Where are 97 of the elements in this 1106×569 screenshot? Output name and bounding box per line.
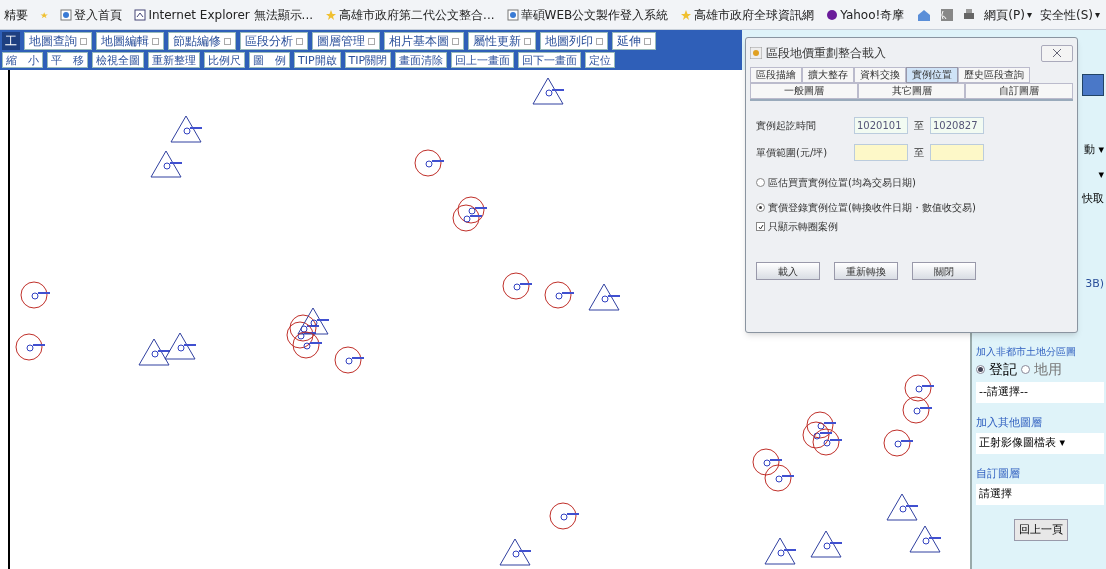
dropdown-icon [524,37,531,45]
toolbar-button[interactable]: 檢視全圖 [92,52,144,68]
toolbar-button[interactable]: 比例尺 [204,52,245,68]
circle-icon [826,8,839,21]
range-separator: 至 [914,146,924,160]
tab[interactable]: 擴大整存 [802,67,854,83]
favorite-link[interactable]: Yahoo!奇摩 [840,5,905,24]
toolbar-button[interactable]: 縮 小 [2,52,43,68]
radio-button[interactable] [756,203,765,212]
menu-button[interactable]: 延伸 [612,32,656,50]
dropdown-icon [452,37,459,45]
toolbar-button[interactable]: 平 移 [47,52,88,68]
tab[interactable]: 自訂圖層 [965,83,1073,99]
tab[interactable]: 區段描繪 [750,67,802,83]
checkbox[interactable] [756,222,765,231]
back-button[interactable]: 回上一頁 [1014,518,1068,541]
radio-label: 區估買賣實例位置(均為交易日期) [768,176,916,190]
dropdown-icon [368,37,375,45]
favorite-link[interactable]: 高雄市政府全球資訊網 [694,5,815,24]
toolbar-button[interactable]: 圖 例 [249,52,290,68]
menu-button[interactable]: 地圖列印 [540,32,608,50]
select-caret[interactable]: ▾ [1098,166,1104,183]
menu-title: 工 [2,32,20,50]
field-label: 實例起訖時間 [756,119,817,133]
tab[interactable]: 實例位置 [906,67,958,83]
menu-button[interactable]: 圖層管理 [312,32,380,50]
check-icon [757,223,764,230]
tab[interactable]: 一般圖層 [750,83,858,99]
input-field[interactable] [930,144,984,161]
favorite-link[interactable]: 登入首頁 [74,5,123,24]
toolbar-button[interactable]: 回上一畫面 [451,52,515,68]
star-icon [680,8,693,21]
command-menu[interactable]: 網頁(P) [984,5,1025,24]
tab[interactable]: 歷史區段查詢 [958,67,1030,83]
dropdown-icon [80,37,87,45]
page-icon [506,8,519,21]
toolbar-button[interactable]: 畫面清除 [395,52,448,68]
dropdown-icon [644,37,651,45]
section-title: 加入其他圖層 [976,414,1043,431]
page-icon [60,8,73,21]
radio-button[interactable] [1021,365,1030,374]
radio-button[interactable] [976,365,985,374]
toolbar-button[interactable]: 定位 [585,52,616,68]
toolbar-button[interactable]: 回下一畫面 [518,52,582,68]
radio-label: 實價登錄實例位置(轉換收件日期・數值收交易) [768,201,976,215]
dialog-button[interactable]: 關閉 [912,262,976,280]
menu-button[interactable]: 屬性更新 [468,32,536,50]
toolbar-button[interactable]: TIP關閉 [344,52,392,68]
field-label: 單價範圍(元/坪) [756,146,829,160]
dialog-title: 區段地價重劃整合載入 [766,45,886,62]
toolbar-text: 精要 [4,6,28,24]
section-title: 自訂圖層 [976,465,1021,482]
favorite-link[interactable]: Internet Explorer 無法顯示... [148,5,314,24]
panel-button[interactable] [1082,74,1104,96]
select-field[interactable]: 請選擇 [976,484,1104,505]
tab[interactable]: 其它圖層 [857,83,966,99]
dropdown-icon [152,37,159,45]
dialog-button[interactable]: 載入 [756,262,820,280]
menu-button[interactable]: 節點編修 [168,32,236,50]
dropdown-icon [296,37,303,45]
input-field[interactable] [854,144,908,161]
close-button[interactable] [1041,44,1073,62]
panel-text: 快取 [1082,191,1104,207]
printer-icon [962,7,977,22]
favorite-link[interactable]: 華碩WEB公文製作登入系統 [520,5,669,24]
radio-label: 地用 [1034,360,1062,379]
radio-button[interactable] [756,178,765,187]
input-field[interactable]: 1020101 [854,117,908,134]
page-icon [134,8,147,21]
radio-label: 登記 [989,360,1017,379]
select-text[interactable]: 動 ▾ [1083,142,1104,159]
caret-icon[interactable]: ▾ [1026,7,1032,22]
menu-button[interactable]: 地圖查詢 [24,32,92,50]
menu-button[interactable]: 區段分析 [240,32,308,50]
dropdown-icon [596,37,603,45]
toolbar-button[interactable]: 重新整理 [148,52,200,68]
tab[interactable]: 資料交換 [854,67,906,83]
select-field[interactable]: --請選擇-- [976,382,1104,403]
dropdown-icon [224,37,231,45]
close-icon [1052,48,1062,58]
range-separator: 至 [914,119,924,133]
command-menu[interactable]: 安全性(S) [1040,5,1093,24]
favorite-link[interactable]: 高雄市政府第二代公文整合... [339,5,495,24]
feed-icon [940,7,955,22]
input-field[interactable]: 1020827 [930,117,984,134]
select-field[interactable]: 正射影像圖檔表 ▾ [976,433,1104,454]
star-icon [325,8,338,21]
checkbox-label: 只顯示轉圈案例 [768,220,838,234]
home-icon [916,7,933,22]
menu-button[interactable]: 地圖編輯 [96,32,164,50]
section-title: 加入非都市土地分區圖 [976,345,1077,359]
toolbar-button[interactable]: TIP開啟 [294,52,341,68]
dialog-button[interactable]: 重新轉換 [834,262,898,280]
menu-button[interactable]: 相片基本圖 [384,32,464,50]
app-icon [750,47,762,59]
panel-text: 3B) [1085,275,1104,292]
caret-icon[interactable]: ▾ [1094,7,1100,22]
